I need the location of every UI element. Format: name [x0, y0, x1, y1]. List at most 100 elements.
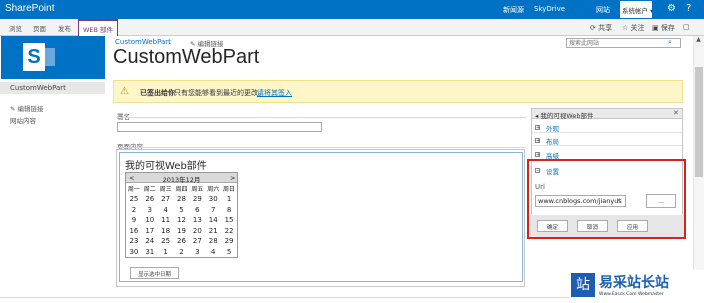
calendar-day[interactable]: 29	[189, 195, 205, 206]
calendar-day[interactable]: 25	[158, 237, 174, 248]
account-menu[interactable]: 系统帐户 ▾	[620, 1, 652, 18]
calendar-day[interactable]: 1	[221, 195, 237, 206]
help-icon[interactable]: ?	[686, 3, 691, 14]
calendar-days: 25 26 27 28 29 30 1 2 3 4 5 6 7 8 9 10 11 12 13 14 15 16 17 18 1…	[126, 195, 237, 258]
tab-browse[interactable]: 浏览	[9, 23, 22, 33]
leftnav-edit-label: 编辑链接	[17, 105, 44, 113]
calendar-next-month[interactable]: >	[230, 174, 235, 182]
calendar-day[interactable]: 2	[126, 206, 142, 217]
calendar-day[interactable]: 29	[221, 237, 237, 248]
sharepoint-brand[interactable]: SharePoint	[5, 3, 54, 14]
vertical-scrollbar[interactable]	[693, 47, 704, 287]
calendar-day[interactable]: 10	[142, 216, 158, 227]
calendar-header: < 2013年12月 >	[126, 173, 237, 184]
calendar-day[interactable]: 28	[205, 237, 221, 248]
gear-icon[interactable]: ⚙	[667, 3, 676, 14]
calendar-day[interactable]: 27	[158, 195, 174, 206]
calendar-day[interactable]: 17	[142, 227, 158, 238]
leftnav-edit-links[interactable]: ✎ 编辑链接	[10, 103, 44, 113]
calendar-day[interactable]: 19	[174, 227, 190, 238]
watermark-text: 易采站长站	[599, 275, 669, 291]
tab-publish[interactable]: 发布	[58, 23, 71, 33]
calendar-day[interactable]: 13	[189, 216, 205, 227]
web-part-zone: 我的可视Web部件 < 2013年12月 > 周一 周二 周三 周四 周五 周六 周日 25…	[116, 149, 525, 287]
calendar-day[interactable]: 2	[174, 248, 190, 259]
follow-button[interactable]: ☆ 关注	[622, 23, 645, 33]
check-in-link[interactable]: 请将其签入	[257, 88, 292, 98]
calendar-day[interactable]: 23	[126, 237, 142, 248]
tab-page[interactable]: 页面	[33, 23, 46, 33]
calendar-day[interactable]: 30	[126, 248, 142, 259]
share-button[interactable]: ⟳ 共享	[590, 23, 612, 33]
calendar-day[interactable]: 6	[189, 206, 205, 217]
calendar-day[interactable]: 4	[158, 206, 174, 217]
newsfeed-link[interactable]: 新闻源	[503, 5, 524, 15]
search-icon[interactable]: ⌕	[668, 38, 672, 47]
calendar-day[interactable]: 28	[174, 195, 190, 206]
calendar-day[interactable]: 15	[221, 216, 237, 227]
calendar-day[interactable]: 16	[126, 227, 142, 238]
leftnav-item-current[interactable]: CustomWebPart	[0, 82, 105, 94]
site-logo[interactable]: S	[1, 36, 105, 79]
calendar-day[interactable]: 14	[205, 216, 221, 227]
calendar-day[interactable]: 31	[142, 248, 158, 259]
calendar-day[interactable]: 26	[174, 237, 190, 248]
skydrive-link[interactable]: SkyDrive	[534, 5, 565, 13]
focus-icon[interactable]: ▢	[683, 23, 690, 31]
follow-label: 关注	[630, 24, 645, 32]
leftnav-site-contents[interactable]: 网站内容	[10, 115, 36, 125]
breadcrumb[interactable]: CustomWebPart	[115, 38, 171, 46]
calendar-day[interactable]: 20	[189, 227, 205, 238]
calendar-day[interactable]: 8	[221, 206, 237, 217]
expand-icon: +	[535, 138, 541, 144]
ok-button[interactable]: 确定	[537, 220, 568, 232]
section-layout[interactable]: + 布局	[532, 135, 682, 146]
scroll-up-arrow[interactable]: ▲	[693, 36, 704, 47]
suite-bar: SharePoint 新闻源 SkyDrive 网站 系统帐户 ▾ ⚙ ?	[0, 0, 704, 19]
apply-button[interactable]: 应用	[617, 220, 648, 232]
tab-web-parts[interactable]: WEB 部件	[78, 19, 118, 36]
calendar-day[interactable]: 4	[205, 248, 221, 259]
close-icon[interactable]: ✕	[673, 109, 679, 117]
notice-title: 已签出给你	[140, 89, 175, 97]
weekday-label: 周六	[207, 186, 220, 193]
calendar-day[interactable]: 12	[174, 216, 190, 227]
calendar-day[interactable]: 24	[142, 237, 158, 248]
clear-icon[interactable]: ×	[616, 197, 621, 204]
tool-pane-buttons: 确定 取消 应用	[529, 215, 684, 237]
calendar-day[interactable]: 30	[205, 195, 221, 206]
show-selected-date-button[interactable]: 显示选中日期	[130, 267, 179, 279]
expand-icon: +	[535, 152, 541, 158]
calendar-day[interactable]: 9	[126, 216, 142, 227]
watermark: 站 易采站长站 Www.Easck.Com Webmaster	[569, 270, 704, 303]
weekday-label: 周五	[191, 186, 204, 193]
calendar-day[interactable]: 3	[142, 206, 158, 217]
sites-link[interactable]: 网站	[596, 5, 610, 15]
calendar-month-title: 2013年12月	[162, 176, 201, 184]
section-appearance[interactable]: + 外观	[532, 122, 682, 133]
browse-button[interactable]: ...	[646, 194, 676, 208]
calendar-day[interactable]: 21	[205, 227, 221, 238]
calendar-day[interactable]: 18	[158, 227, 174, 238]
weekday-label: 周三	[159, 186, 172, 193]
save-button[interactable]: ▣ 保存	[652, 23, 675, 33]
signature-field[interactable]	[117, 122, 322, 132]
sharepoint-logo-icon: S	[23, 43, 45, 71]
calendar-day[interactable]: 5	[221, 248, 237, 259]
scrollbar-thumb[interactable]	[695, 67, 703, 177]
calendar-day[interactable]: 7	[205, 206, 221, 217]
calendar-day[interactable]: 1	[158, 248, 174, 259]
search-input[interactable]	[566, 38, 681, 48]
expand-icon: +	[535, 125, 541, 131]
calendar-day[interactable]: 27	[189, 237, 205, 248]
weekday-label: 周日	[223, 186, 236, 193]
calendar-day[interactable]: 5	[174, 206, 190, 217]
calendar-day[interactable]: 22	[221, 227, 237, 238]
ribbon-bar: 浏览 页面 发布 WEB 部件 ⟳ 共享 ☆ 关注 ▣ 保存 ▢	[0, 19, 704, 36]
calendar-day[interactable]: 25	[126, 195, 142, 206]
cancel-button[interactable]: 取消	[577, 220, 608, 232]
calendar-day[interactable]: 3	[189, 248, 205, 259]
calendar-day[interactable]: 11	[158, 216, 174, 227]
calendar-day[interactable]: 26	[142, 195, 158, 206]
url-field[interactable]	[535, 195, 626, 207]
